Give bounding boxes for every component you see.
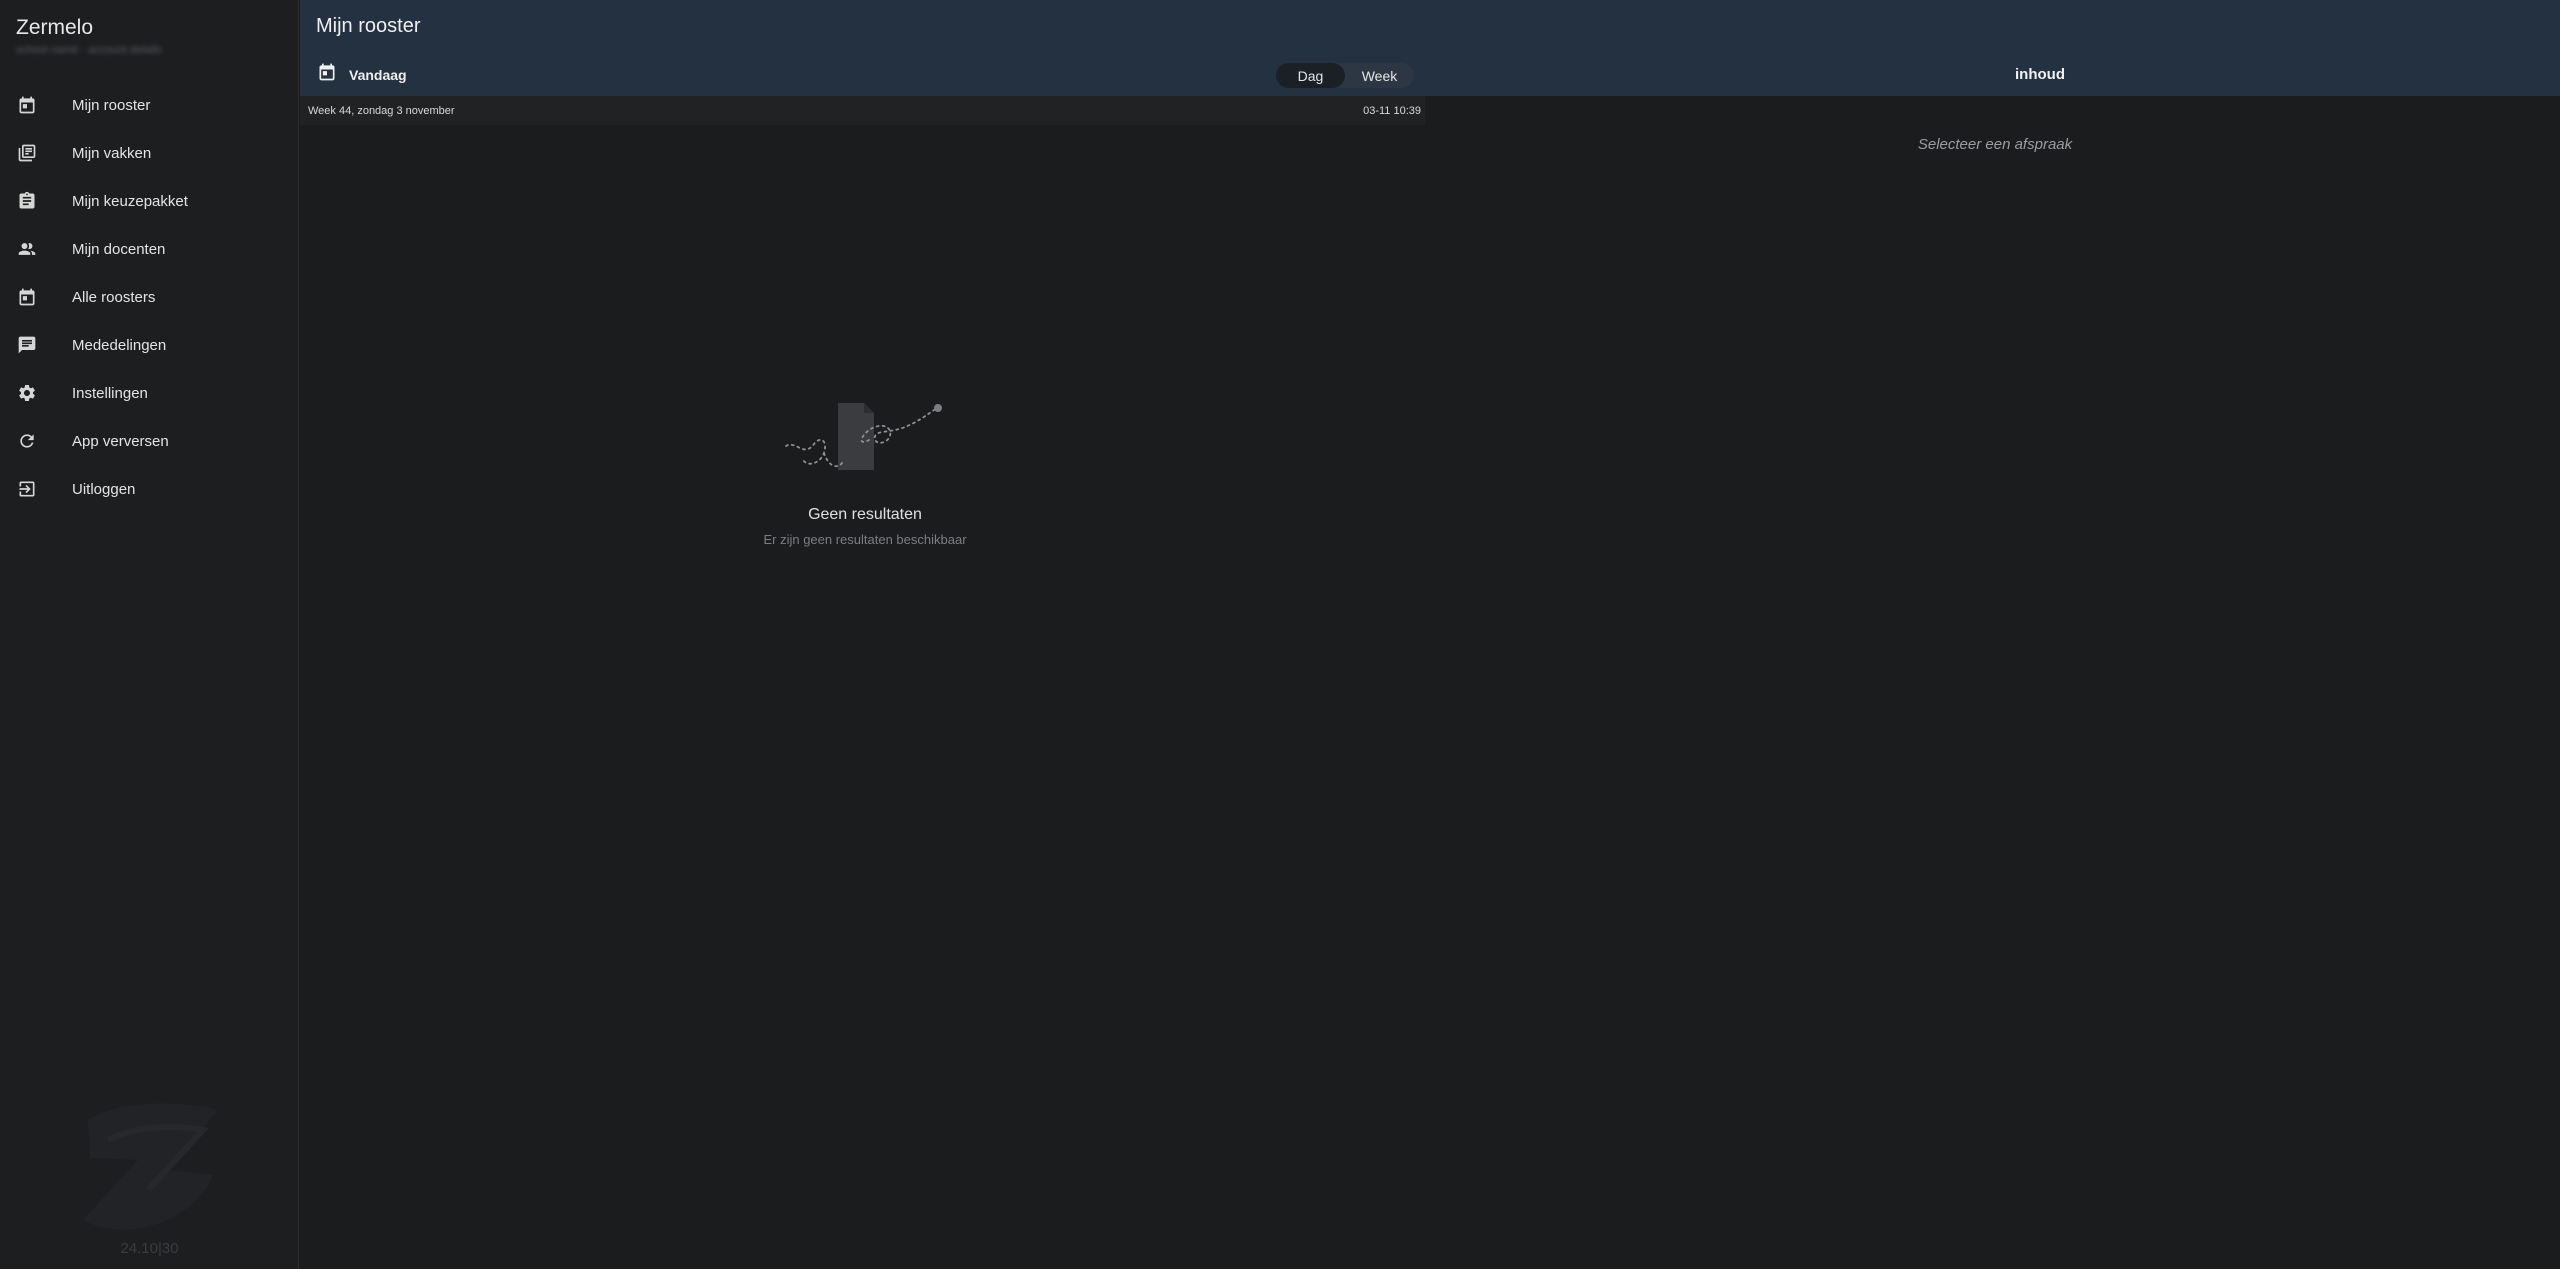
logout-icon [16,478,38,500]
sidebar-item-label: App verversen [72,432,169,450]
sidebar-item-mededelingen[interactable]: Mededelingen [0,321,299,369]
current-date-label: Week 44, zondag 3 november [308,105,455,117]
app-version: 24.10|30 [120,1240,179,1257]
today-button[interactable]: Vandaag [317,62,407,87]
zermelo-logo [78,1100,228,1240]
sidebar-item-instellingen[interactable]: Instellingen [0,369,299,417]
empty-state-subtitle: Er zijn geen resultaten beschikbaar [763,532,967,547]
sidebar-item-mijn-vakken[interactable]: Mijn vakken [0,129,299,177]
people-icon [16,238,38,260]
no-results-illustration [784,398,944,473]
sidebar-nav: Mijn rooster Mijn vakken Mijn keuzepakke… [0,81,299,513]
sidebar-item-mijn-docenten[interactable]: Mijn docenten [0,225,299,273]
sidebar-item-label: Uitloggen [72,480,136,498]
sidebar-item-alle-roosters[interactable]: Alle roosters [0,273,299,321]
calendar-icon [16,286,38,308]
view-toggle: Dag Week [1276,63,1414,88]
sidebar-item-label: Mijn docenten [72,240,166,258]
sidebar-item-label: Instellingen [72,384,148,402]
gear-icon [16,382,38,404]
week-view-button[interactable]: Week [1345,63,1414,88]
sidebar-item-uitloggen[interactable]: Uitloggen [0,465,299,513]
main-header: Mijn rooster Vandaag Dag Week inhoud [300,0,2560,96]
message-icon [16,334,38,356]
sidebar-item-mijn-rooster[interactable]: Mijn rooster [0,81,299,129]
day-view-button[interactable]: Dag [1276,63,1345,88]
empty-state-title: Geen resultaten [808,506,922,523]
sidebar-item-label: Mijn vakken [72,144,152,162]
page-title: Mijn rooster [316,15,421,37]
app-brand: Zermelo [16,16,94,39]
sidebar-item-app-verversen[interactable]: App verversen [0,417,299,465]
last-updated-timestamp: 03-11 10:39 [1363,105,1421,117]
date-strip: Week 44, zondag 3 november 03-11 10:39 [300,96,1425,125]
content-panel-title: inhoud [2015,66,2065,83]
sidebar-item-label: Mededelingen [72,336,167,354]
clipboard-icon [16,190,38,212]
calendar-icon [317,62,337,87]
calendar-icon [16,94,38,116]
library-books-icon [16,142,38,164]
account-subtitle: school name · account details [16,44,162,56]
sidebar-item-label: Mijn rooster [72,96,151,114]
sidebar-item-label: Mijn keuzepakket [72,192,188,210]
today-label: Vandaag [349,66,407,83]
sidebar-item-label: Alle roosters [72,288,156,306]
select-appointment-hint: Selecteer een afspraak [1917,136,2073,153]
refresh-icon [16,430,38,452]
sidebar: Zermelo school name · account details Mi… [0,0,299,1269]
sidebar-item-mijn-keuzepakket[interactable]: Mijn keuzepakket [0,177,299,225]
